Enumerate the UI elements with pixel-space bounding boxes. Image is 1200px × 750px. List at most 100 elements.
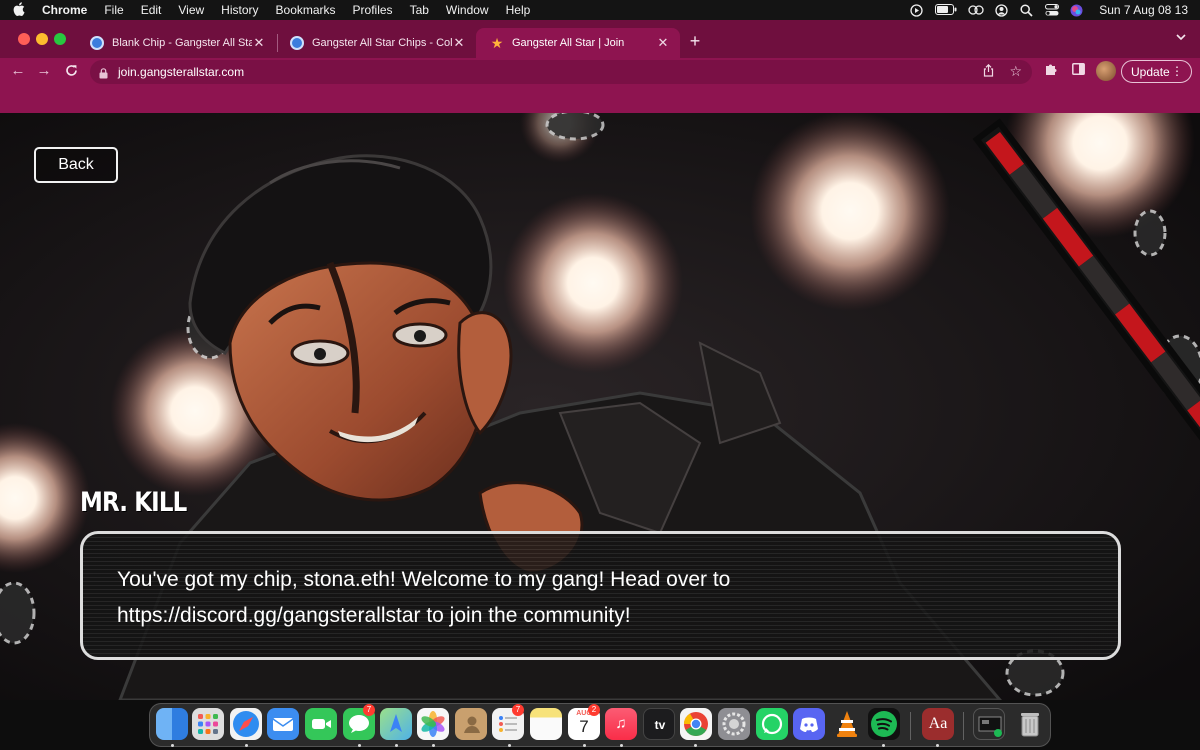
maps-icon[interactable] (380, 708, 412, 740)
dictionary-icon[interactable]: Aa (922, 708, 954, 740)
screenshot-stack-icon[interactable] (973, 708, 1005, 740)
launchpad-icon[interactable] (192, 708, 224, 740)
spotlight-search-icon[interactable] (1020, 4, 1034, 17)
mail-icon[interactable] (267, 708, 299, 740)
running-indicator (936, 744, 939, 747)
dialogue-line: https://discord.gg/gangsterallstar to jo… (117, 604, 631, 627)
menu-bookmarks[interactable]: Bookmarks (276, 3, 336, 17)
profile-avatar[interactable] (1096, 61, 1116, 81)
tab-title: Blank Chip - Gangster All Star (112, 37, 252, 49)
back-button[interactable]: Back (34, 147, 118, 183)
menu-tab[interactable]: Tab (410, 3, 429, 17)
fullscreen-window-button[interactable] (54, 33, 66, 45)
finder-icon[interactable] (156, 708, 188, 740)
bokeh-light (750, 113, 950, 311)
poker-chip (1133, 209, 1167, 257)
chrome-icon[interactable] (680, 708, 712, 740)
system-settings-icon[interactable] (718, 708, 750, 740)
macos-menu-bar: Chrome File Edit View History Bookmarks … (0, 0, 1200, 20)
running-indicator (245, 744, 248, 747)
close-window-button[interactable] (18, 33, 30, 45)
running-indicator (583, 744, 586, 747)
dock-separator (963, 712, 964, 740)
apple-tv-icon[interactable]: tv (643, 708, 675, 740)
menu-bar-clock[interactable]: Sun 7 Aug 08 13 (1099, 3, 1188, 17)
reload-icon[interactable] (61, 61, 81, 81)
opensea-icon (290, 36, 304, 50)
apple-menu-icon[interactable] (12, 1, 26, 19)
dock: 7 7 AUG 7 2 ♫ tv Aa (149, 703, 1051, 747)
share-icon[interactable] (983, 63, 994, 80)
running-indicator (694, 744, 697, 747)
safari-icon[interactable] (230, 708, 262, 740)
spotify-icon[interactable] (868, 708, 900, 740)
address-bar[interactable]: join.gangsterallstar.com ☆ (90, 60, 1032, 84)
back-arrow-icon[interactable]: ← (8, 61, 28, 81)
battery-icon[interactable] (935, 4, 957, 16)
menu-window[interactable]: Window (446, 3, 489, 17)
dialogue-box: You've got my chip, stona.eth! Welcome t… (80, 531, 1121, 660)
menu-file[interactable]: File (104, 3, 123, 17)
tab-blank-chip[interactable]: Blank Chip - Gangster All Star ✕ (76, 28, 276, 58)
url-text[interactable]: join.gangsterallstar.com (118, 65, 244, 79)
dock-separator (910, 712, 911, 740)
siri-icon[interactable] (1070, 4, 1084, 17)
control-center-icon[interactable] (1045, 4, 1060, 16)
user-account-icon[interactable] (995, 4, 1009, 17)
more-menu-icon[interactable]: ⋮ (1171, 64, 1183, 78)
dialogue-line: You've got my chip, stona.eth! Welcome t… (117, 568, 731, 591)
web-page: Back MR. KILL You've got my chip, stona.… (0, 113, 1200, 700)
running-indicator (395, 744, 398, 747)
tab-title: Gangster All Star Chips - Colle (312, 37, 452, 49)
menu-app-name[interactable]: Chrome (42, 3, 87, 17)
close-icon[interactable]: ✕ (452, 35, 466, 51)
vlc-icon[interactable] (831, 708, 863, 740)
minimize-window-button[interactable] (36, 33, 48, 45)
trash-icon[interactable] (1014, 708, 1046, 740)
tab-title: Gangster All Star | Join (512, 37, 625, 49)
notes-icon[interactable] (530, 708, 562, 740)
facetime-icon[interactable] (305, 708, 337, 740)
side-panel-icon[interactable] (1069, 62, 1087, 80)
contacts-icon[interactable] (455, 708, 487, 740)
photos-icon[interactable] (417, 708, 449, 740)
reminders-badge: 7 (512, 704, 524, 716)
update-label: Update (1131, 64, 1170, 79)
whatsapp-icon[interactable] (756, 708, 788, 740)
browser-toolbar: ← → join.gangsterallstar.com ☆ Update ⋮ (0, 58, 1200, 86)
tv-label: tv (654, 718, 666, 732)
music-icon[interactable]: ♫ (605, 708, 637, 740)
speaker-name: MR. KILL (80, 487, 187, 518)
running-indicator (432, 744, 435, 747)
tab-search-chevron-icon[interactable] (1176, 32, 1186, 44)
menu-help[interactable]: Help (506, 3, 531, 17)
opensea-icon (90, 36, 104, 50)
menu-view[interactable]: View (178, 3, 204, 17)
star-icon: ★ (490, 35, 504, 51)
forward-arrow-icon[interactable]: → (34, 61, 54, 81)
bookmark-star-icon[interactable]: ☆ (1009, 63, 1022, 80)
tab-join-active[interactable]: ★ Gangster All Star | Join ✕ (476, 28, 680, 58)
running-indicator (508, 744, 511, 747)
update-button[interactable]: Update ⋮ (1121, 60, 1192, 83)
dictionary-label: Aa (928, 715, 948, 732)
screen-mirroring-icon[interactable] (968, 4, 984, 16)
extensions-puzzle-icon[interactable] (1042, 62, 1060, 80)
tab-chips-collection[interactable]: Gangster All Star Chips - Colle ✕ (276, 28, 476, 58)
running-indicator (882, 744, 885, 747)
close-icon[interactable]: ✕ (252, 35, 266, 51)
menu-history[interactable]: History (221, 3, 258, 17)
menu-edit[interactable]: Edit (141, 3, 162, 17)
menu-profiles[interactable]: Profiles (353, 3, 393, 17)
running-indicator (358, 744, 361, 747)
new-tab-plus-icon[interactable]: + (686, 30, 704, 52)
running-indicator (171, 744, 174, 747)
play-icon[interactable] (910, 4, 924, 17)
browser-window: Blank Chip - Gangster All Star ✕ Gangste… (0, 20, 1200, 113)
lock-icon[interactable] (99, 66, 108, 79)
music-note-icon: ♫ (615, 715, 627, 732)
discord-icon[interactable] (793, 708, 825, 740)
messages-badge: 7 (363, 704, 375, 716)
calendar-day: 7 (579, 717, 589, 736)
close-icon[interactable]: ✕ (656, 35, 670, 51)
